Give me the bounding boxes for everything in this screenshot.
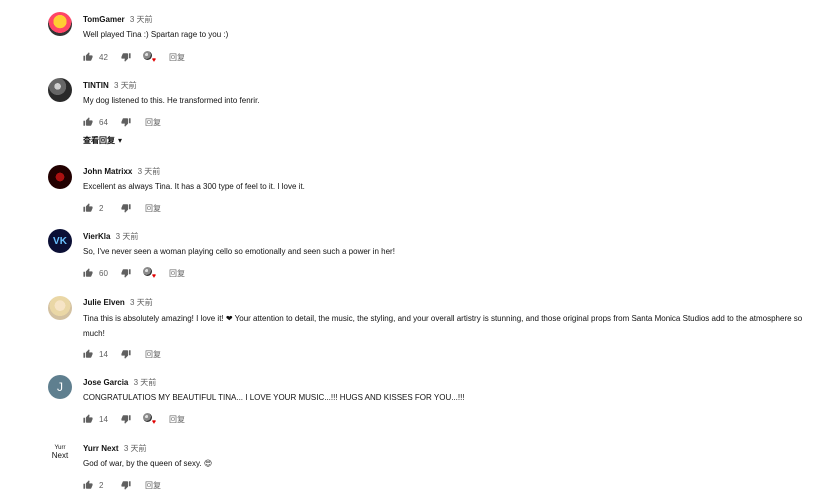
comment-actions: 2 回复 (83, 479, 161, 491)
avatar[interactable] (48, 165, 72, 189)
like-count: 2 (99, 480, 104, 490)
avatar[interactable]: Yurr Next (48, 440, 72, 464)
comment-actions: 60 ♥ 回复 (83, 267, 185, 280)
comment-header: VierKla 3 天前 (83, 231, 138, 242)
reply-button[interactable]: 回复 (145, 117, 161, 128)
comment-actions: 64 回复 (83, 116, 161, 128)
avatar[interactable] (48, 296, 72, 320)
thumbs-up-icon[interactable] (83, 414, 93, 424)
author-name[interactable]: Yurr Next (83, 444, 119, 453)
avatar[interactable] (48, 78, 72, 102)
reply-button[interactable]: 回复 (145, 349, 161, 360)
thumbs-up-icon[interactable] (83, 117, 93, 127)
comment-time[interactable]: 3 天前 (124, 444, 147, 453)
comment-header: Jose Garcia 3 天前 (83, 377, 156, 388)
author-name[interactable]: TINTIN (83, 81, 109, 90)
author-name[interactable]: VierKla (83, 232, 110, 241)
comment-text: CONGRATULATIOS MY BEAUTIFUL TINA... I LO… (83, 393, 465, 402)
comment-time[interactable]: 3 天前 (134, 378, 157, 387)
thumbs-up-icon[interactable] (83, 268, 93, 278)
creator-heart-icon: ♥ (143, 51, 156, 64)
thumbs-up-icon[interactable] (83, 203, 93, 213)
comment-text: God of war, by the queen of sexy. 😍 (83, 459, 213, 468)
comment-text: Well played Tina :) Spartan rage to you … (83, 30, 229, 39)
like-count: 42 (99, 52, 108, 62)
comment-time[interactable]: 3 天前 (130, 15, 153, 24)
thumbs-down-icon[interactable] (121, 480, 131, 490)
comment-time[interactable]: 3 天前 (138, 167, 161, 176)
comment-header: TomGamer 3 天前 (83, 14, 153, 25)
reply-button[interactable]: 回复 (169, 268, 185, 279)
comment-actions: 2 回复 (83, 202, 161, 214)
comment-actions: 42 ♥ 回复 (83, 51, 185, 64)
thumbs-down-icon[interactable] (121, 203, 131, 213)
comment-time[interactable]: 3 天前 (116, 232, 139, 241)
comments-list: TomGamer 3 天前 Well played Tina :) Sparta… (0, 0, 820, 494)
thumbs-down-icon[interactable] (121, 349, 131, 359)
thumbs-up-icon[interactable] (83, 349, 93, 359)
comment-header: TINTIN 3 天前 (83, 80, 137, 91)
view-replies-button[interactable]: 查看回复 ▾ (83, 135, 122, 146)
avatar-text-bottom: Next (51, 451, 69, 460)
view-replies-label: 查看回复 (83, 136, 115, 145)
like-count: 2 (99, 203, 104, 213)
reply-button[interactable]: 回复 (145, 480, 161, 491)
reply-button[interactable]: 回复 (169, 52, 185, 63)
comment-actions: 14 ♥ 回复 (83, 413, 185, 426)
comment-time[interactable]: 3 天前 (114, 81, 137, 90)
reply-button[interactable]: 回复 (169, 414, 185, 425)
comment-text: My dog listened to this. He transformed … (83, 96, 260, 105)
comment-header: Yurr Next 3 天前 (83, 443, 146, 454)
author-name[interactable]: Julie Elven (83, 298, 125, 307)
author-name[interactable]: John Matrixx (83, 167, 132, 176)
creator-heart-icon: ♥ (143, 267, 156, 280)
comment-text: Excellent as always Tina. It has a 300 t… (83, 182, 305, 191)
comment-text: So, I've never seen a woman playing cell… (83, 247, 395, 256)
like-count: 60 (99, 268, 108, 278)
comment-header: Julie Elven 3 天前 (83, 297, 153, 308)
comment-text: Tina this is absolutely amazing! I love … (83, 314, 803, 338)
comment-time[interactable]: 3 天前 (130, 298, 153, 307)
thumbs-down-icon[interactable] (121, 268, 131, 278)
like-count: 14 (99, 414, 108, 424)
creator-heart-icon: ♥ (143, 413, 156, 426)
like-count: 14 (99, 349, 108, 359)
avatar[interactable]: VK (48, 229, 72, 253)
chevron-down-icon: ▾ (118, 136, 123, 145)
reply-button[interactable]: 回复 (145, 203, 161, 214)
thumbs-up-icon[interactable] (83, 480, 93, 490)
thumbs-down-icon[interactable] (121, 117, 131, 127)
thumbs-down-icon[interactable] (121, 52, 131, 62)
author-name[interactable]: TomGamer (83, 15, 125, 24)
comment-actions: 14 回复 (83, 348, 161, 360)
thumbs-up-icon[interactable] (83, 52, 93, 62)
avatar[interactable] (48, 12, 72, 36)
thumbs-down-icon[interactable] (121, 414, 131, 424)
avatar[interactable]: J (48, 375, 72, 399)
like-count: 64 (99, 117, 108, 127)
author-name[interactable]: Jose Garcia (83, 378, 128, 387)
comment-header: John Matrixx 3 天前 (83, 166, 160, 177)
